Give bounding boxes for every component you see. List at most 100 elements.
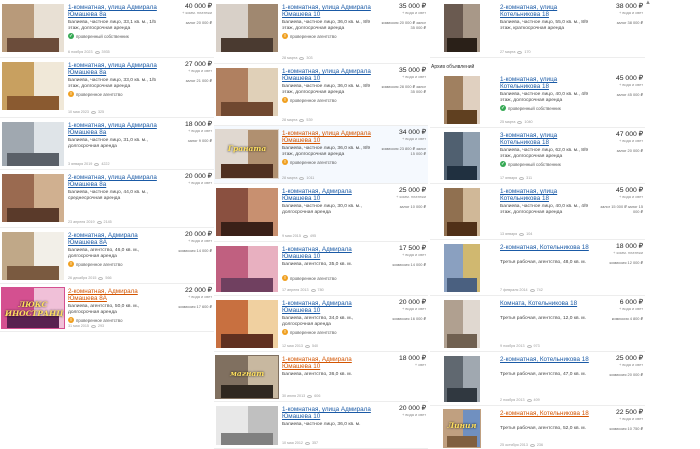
listing-payment-terms: + вода и свет [187, 68, 212, 73]
listing-photo[interactable] [444, 244, 480, 292]
listing-photo[interactable] [2, 62, 64, 110]
listing-title-link[interactable]: 1-комнатная, Адмирала Юмашева 10 [282, 246, 376, 261]
listing-photo[interactable] [216, 188, 278, 236]
listing-title-link[interactable]: 2-комнатная, улица Адмирала Юмашева 8а [68, 174, 162, 189]
eye-icon [519, 232, 525, 236]
eye-icon [94, 162, 100, 166]
listing-title-link[interactable]: 2-комнатная, Котельникова 18 [500, 410, 593, 417]
listing-title-link[interactable]: 2-комнатная, Котельникова 18 [500, 356, 593, 363]
listing-date: 30 июня 2013 [282, 394, 306, 398]
listing-title-link[interactable]: 1-комнатная, улица Адмирала Юмашева 10 [282, 130, 376, 145]
listing-title-link[interactable]: 1-комнатная, улица Адмирала Юмашева 8а [68, 62, 162, 77]
listing-card[interactable]: 2-комнатная, Котельникова 18 Третья рабоч… [430, 352, 645, 406]
listing-payment-terms: + вода и свет [618, 362, 643, 367]
listing-title-link[interactable]: 1-комнатная, улица Адмирала Юмашева 10 [282, 68, 376, 83]
listing-card[interactable]: 2-комнатная, улица Адмирала Юмашева 8а Ба… [0, 170, 214, 228]
listing-card[interactable]: 1-комнатная, улица Адмирала Юмашева 8а Ба… [0, 0, 214, 58]
listing-photo[interactable] [216, 4, 278, 52]
listing-card[interactable]: 1-комнатная, улица Адмирала Юмашева 8а Ба… [0, 58, 214, 118]
listing-photo[interactable]: Линия [443, 409, 481, 448]
listing-photo[interactable] [216, 406, 278, 445]
listing-photo[interactable]: Граната [215, 129, 279, 179]
listing-title-link[interactable]: Комната, Котельникова 18 [500, 300, 593, 307]
listing-card[interactable]: магнат 1-комнатная, Адмирала Юмашева 10 Ба… [214, 352, 428, 402]
listing-title-link[interactable]: 3-комнатная, улица Котельникова 18 [500, 132, 593, 147]
listing-title-link[interactable]: 2-комнатная, Адмирала Юмашева 8А [68, 232, 162, 247]
photo-watermark: Граната [227, 144, 267, 154]
listing-card[interactable]: 2-комнатная, Котельникова 18 Третья рабоч… [430, 240, 645, 296]
listing-description: Балиева, агентство, 36,0 кв. м. [282, 372, 352, 377]
listing-title-link[interactable]: 1-комнатная, улица Адмирала Юмашева 8а [68, 4, 162, 19]
verified-badge-label: проверенное агентство [290, 97, 337, 103]
listing-photo[interactable] [444, 356, 480, 402]
listing-card[interactable]: 2-комнатная, Адмирала Юмашева 8А Балиева,… [0, 228, 214, 284]
listing-card[interactable]: Комната, Котельникова 18 Третья рабочая, … [430, 296, 645, 352]
listing-title-link[interactable]: 1-комнатная, Адмирала Юмашева 10 [282, 300, 376, 315]
listing-card[interactable]: 1-комнатная, Адмирала Юмашева 10 Балиева,… [214, 296, 428, 352]
listing-payment-terms: + комм. платежи [396, 194, 426, 199]
listing-card[interactable]: 1-комнатная, улица Котельникова 18 Балиев… [430, 72, 645, 128]
listing-photo[interactable] [2, 232, 64, 280]
listing-card[interactable]: 3-комнатная, улица Котельникова 18 Балиев… [430, 128, 645, 184]
listing-card[interactable]: Граната 1-комнатная, улица Адмирала Юмаше… [214, 126, 428, 184]
listing-title-link[interactable]: 2-комнатная, улица Котельникова 18 [500, 4, 593, 19]
listing-description: Третья рабочая, агентство, 52,0 кв. м. [500, 426, 586, 431]
listing-date: 10 мая 2023 [68, 110, 89, 114]
listing-title-link[interactable]: 1-комнатная, улица Котельникова 18 [500, 76, 593, 91]
listing-card[interactable]: 1-комнатная, улица Адмирала Юмашева 10 Ба… [214, 0, 428, 64]
listing-card[interactable]: 1-комнатная, Адмирала Юмашева 10 Балиева,… [214, 242, 428, 296]
listings-page: 1-комнатная, улица Адмирала Юмашева 8а Ба… [0, 0, 700, 449]
listing-date: 6 ноября 2023 [68, 50, 93, 54]
listing-card[interactable]: 1-комнатная, улица Котельникова 18 Балиев… [430, 184, 645, 240]
listing-photo[interactable] [2, 122, 64, 166]
eye-icon [90, 110, 96, 114]
listing-photo[interactable] [2, 4, 64, 52]
listing-description: Балиева, частное лицо, 33,0 кв. м., 1/5 … [68, 78, 157, 89]
archive-section-label: Архив объявлений [431, 64, 475, 70]
verified-badge: ! проверенное агентство [282, 275, 337, 281]
listing-photo[interactable] [444, 132, 480, 180]
listing-photo[interactable] [216, 300, 278, 348]
listing-views: 2145 [103, 220, 112, 224]
listing-meta: 17 января 311 [500, 176, 532, 180]
listing-views: 606 [314, 394, 321, 398]
listing-photo[interactable] [216, 68, 278, 116]
listing-date: 7 февраля 2014 [500, 288, 528, 292]
listing-payment-terms: + свет [414, 362, 426, 367]
listing-photo[interactable] [444, 4, 480, 52]
listing-payment-terms: + вода и свет [618, 10, 643, 15]
verified-badge: ! проверенное агентство [282, 329, 337, 335]
listing-meta: 7 февраля 2014 742 [500, 288, 543, 292]
listing-title-link[interactable]: 1-комнатная, Адмирала Юмашева 10 [282, 188, 376, 203]
listing-photo[interactable] [444, 76, 480, 124]
listing-title-link[interactable]: 1-комнатная, улица Адмирала Юмашева 8а [68, 122, 162, 137]
listing-card[interactable]: Линия 2-комнатная, Котельникова 18 Третья … [430, 406, 645, 449]
listing-photo[interactable]: ЛЮКС ИНОСТРАНЦ [1, 287, 65, 329]
listing-title-link[interactable]: 1-комнатная, улица Адмирала Юмашева 10 [282, 4, 376, 19]
listing-meta: 9 ноября 2013 973 [500, 344, 540, 348]
listing-description: Балиева, агентство, 34,0 кв. м., долгоср… [282, 316, 354, 327]
listing-card[interactable]: 1-комнатная, улица Адмирала Юмашева 10 Ба… [214, 402, 428, 449]
listing-card[interactable]: 1-комнатная, улица Адмирала Юмашева 8а Ба… [0, 118, 214, 170]
listing-title-link[interactable]: 1-комнатная, улица Адмирала Юмашева 10 [282, 406, 376, 421]
listing-photo[interactable]: магнат [215, 355, 279, 399]
listing-card[interactable]: 1-комнатная, Адмирала Юмашева 10 Балиева,… [214, 184, 428, 242]
listing-title-link[interactable]: 2-комнатная, Адмирала Юмашева 8А [68, 288, 162, 303]
listing-card[interactable]: 2-комнатная, улица Котельникова 18 Балиев… [430, 0, 645, 58]
listing-title-link[interactable]: 1-комнатная, улица Котельникова 18 [500, 188, 593, 203]
listing-card[interactable]: 1-комнатная, улица Адмирала Юмашева 10 Ба… [214, 64, 428, 126]
listing-photo[interactable] [2, 174, 64, 222]
listing-photo[interactable] [444, 188, 480, 236]
listing-title-link[interactable]: 2-комнатная, Котельникова 18 [500, 244, 593, 251]
listing-photo[interactable] [444, 300, 480, 348]
listing-photo[interactable] [216, 246, 278, 292]
listing-card[interactable]: ЛЮКС ИНОСТРАНЦ 2-комнатная, Адмирала Юмаш… [0, 284, 214, 332]
verified-badge: ! проверенное агентство [282, 33, 337, 39]
shield-icon: ! [68, 317, 74, 323]
scroll-up-icon[interactable]: ▲ [645, 0, 651, 6]
check-icon: ✓ [500, 161, 506, 167]
listing-payment-terms: + вода и свет [187, 128, 212, 133]
listing-date: 17 апреля 2013 [282, 288, 309, 292]
listing-title-link[interactable]: 1-комнатная, Адмирала Юмашева 10 [282, 356, 376, 371]
verified-badge-label: проверенное агентство [290, 159, 337, 165]
